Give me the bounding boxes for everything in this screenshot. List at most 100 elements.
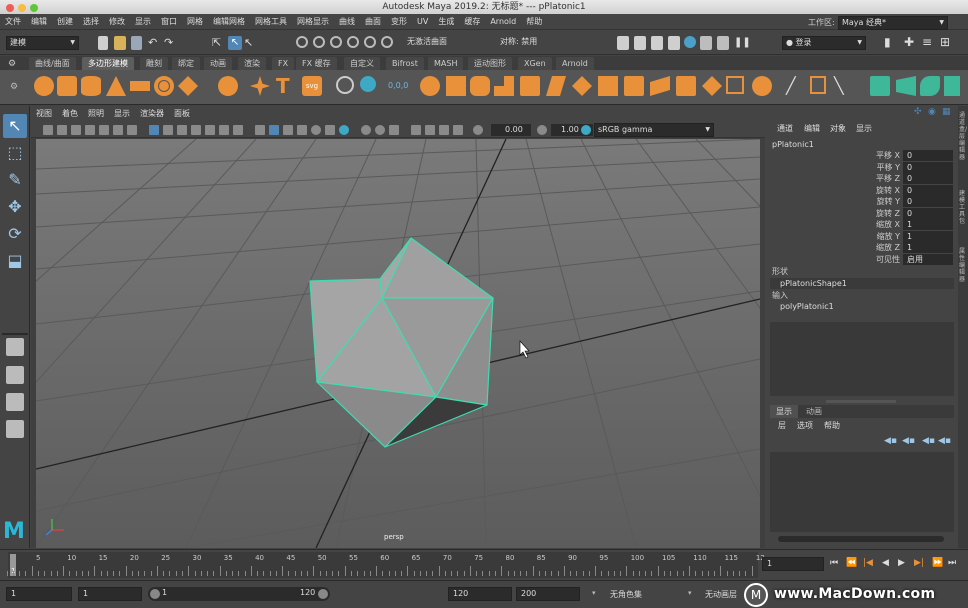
xray-joints-icon[interactable] [439,125,449,135]
pause-viewport-icon[interactable]: ❚❚ [734,36,751,50]
layer-menu-help[interactable]: 帮助 [824,420,840,431]
attr-row[interactable]: 缩放 Z1 [766,242,956,253]
channel-box-toggle-icon[interactable]: ▮ [884,36,898,50]
layer-tab-anim[interactable]: 动画 [806,405,822,418]
xray-icon[interactable] [425,125,435,135]
select-object-icon[interactable]: ↖ [228,36,242,50]
playback-end-field[interactable]: 120 [448,587,512,601]
bridge-icon[interactable] [470,76,490,96]
slide-edge-icon[interactable]: ╲ [834,76,854,96]
textured-icon[interactable] [297,125,307,135]
attr-value[interactable]: 启用 [903,254,953,265]
symmetry-dropdown[interactable]: 对称: 禁用 [497,36,581,50]
fill-hole-icon[interactable] [572,76,592,96]
viewport-menu-renderer[interactable]: 渲染器 [135,106,169,122]
render-settings-icon[interactable] [668,36,680,50]
select-component-icon[interactable]: ↖ [244,36,258,50]
viewport-menu-view[interactable]: 视图 [31,106,57,122]
target-weld-icon[interactable] [752,76,772,96]
menu-arnold[interactable]: Arnold [485,14,521,30]
wireframe-shading-icon[interactable] [255,125,265,135]
multi-cut-icon[interactable] [726,76,744,94]
attr-value[interactable]: 0 [903,162,953,173]
zoom-window-icon[interactable] [30,4,38,12]
poly-plane-icon[interactable] [130,81,150,91]
layer-menu-layers[interactable]: 层 [778,420,786,431]
new-layer-selected-icon[interactable]: ◀▪ [938,436,951,446]
viewport-menu-show[interactable]: 显示 [109,106,135,122]
camera-select-icon[interactable] [43,125,53,135]
poly-cube-icon[interactable] [57,76,77,96]
tab-fx[interactable]: FX [272,57,295,70]
shadows-icon[interactable] [325,125,335,135]
merge-icon[interactable] [624,76,644,96]
attr-value[interactable]: 1 [903,231,953,242]
render-setup-icon[interactable] [700,36,712,50]
paint-select-icon[interactable]: ✎ [3,168,27,192]
svg-icon[interactable]: svg [302,76,322,96]
uv-cylindrical-icon[interactable] [920,76,940,96]
insert-loop-icon[interactable] [702,76,722,96]
field-chart-icon[interactable] [205,125,215,135]
smooth-icon[interactable] [420,76,440,96]
attr-row[interactable]: 旋转 Y0 [766,196,956,207]
quad-draw-icon[interactable] [810,76,826,94]
color-management-icon[interactable] [581,125,591,135]
bevel-icon[interactable] [494,76,514,96]
lasso-tool-icon[interactable]: ⬚ [3,141,27,165]
viewport-menu-shading[interactable]: 着色 [57,106,83,122]
gamma-icon[interactable] [537,125,547,135]
poly-torus-icon[interactable] [154,76,174,96]
attr-value[interactable]: 1 [903,242,953,253]
menu-edit[interactable]: 编辑 [26,14,52,30]
snap-curve-icon[interactable] [313,36,325,48]
outliner-layout-icon[interactable] [6,420,24,438]
go-to-start-icon[interactable]: ⏮ [830,558,838,568]
snap-view-icon[interactable] [347,36,359,48]
multisample-icon[interactable] [375,125,385,135]
tab-custom[interactable]: 自定义 [344,57,380,70]
poly-cone-icon[interactable] [106,76,126,96]
ambient-occlusion-icon[interactable] [339,125,349,135]
redo-icon[interactable]: ↷ [164,37,178,51]
current-frame-field[interactable]: 1 [762,557,824,571]
safe-title-icon[interactable] [233,125,243,135]
rotate-tool-icon[interactable]: ⟳ [3,222,27,246]
image-plane-icon[interactable] [85,125,95,135]
render-view-icon[interactable] [617,36,629,50]
undo-icon[interactable]: ↶ [148,37,162,51]
menu-curves[interactable]: 曲线 [334,14,360,30]
attr-value[interactable]: 0 [903,196,953,207]
channel-menu-channels[interactable]: 通道 [777,123,793,134]
save-scene-icon[interactable] [131,36,142,50]
uv-planar-icon[interactable] [896,76,916,96]
use-all-lights-icon[interactable] [311,125,321,135]
attr-row[interactable]: 缩放 X1 [766,219,956,230]
attr-row[interactable]: 旋转 Z0 [766,208,956,219]
channel-menu-edit[interactable]: 编辑 [804,123,820,134]
attr-value[interactable]: 0 [903,185,953,196]
attribute-editor-toggle-icon[interactable]: ≡ [922,36,936,50]
wireframe-on-shaded-icon[interactable] [283,125,293,135]
menu-file[interactable]: 文件 [0,14,26,30]
menu-help[interactable]: 帮助 [521,14,547,30]
tab-animation[interactable]: 动画 [204,57,232,70]
grid-toggle-icon[interactable] [127,125,137,135]
side-tab-channel-box[interactable]: 通道盒/层编辑器 [959,112,967,161]
input-node-item[interactable]: polyPlatonic1 [780,302,834,311]
resolution-gate-icon[interactable] [177,125,187,135]
tab-xgen[interactable]: XGen [518,57,552,70]
connect-icon[interactable]: ╱ [786,76,806,96]
bookmark-icon[interactable] [71,125,81,135]
pin-icon[interactable]: ✣ [914,107,922,117]
select-tool-icon[interactable]: ↖ [3,114,27,138]
menu-generate[interactable]: 生成 [433,14,459,30]
tab-poly-modeling[interactable]: 多边形建模 [82,57,134,70]
depth-of-field-icon[interactable] [389,125,399,135]
grease-pencil-icon[interactable] [113,125,123,135]
tab-motion-graphics[interactable]: 运动图形 [468,57,512,70]
range-handle-end[interactable] [318,589,328,599]
float-icon[interactable]: ▦ [942,107,951,117]
step-back-key-icon[interactable]: ⏪ [846,558,857,568]
layer-list[interactable] [770,452,954,532]
